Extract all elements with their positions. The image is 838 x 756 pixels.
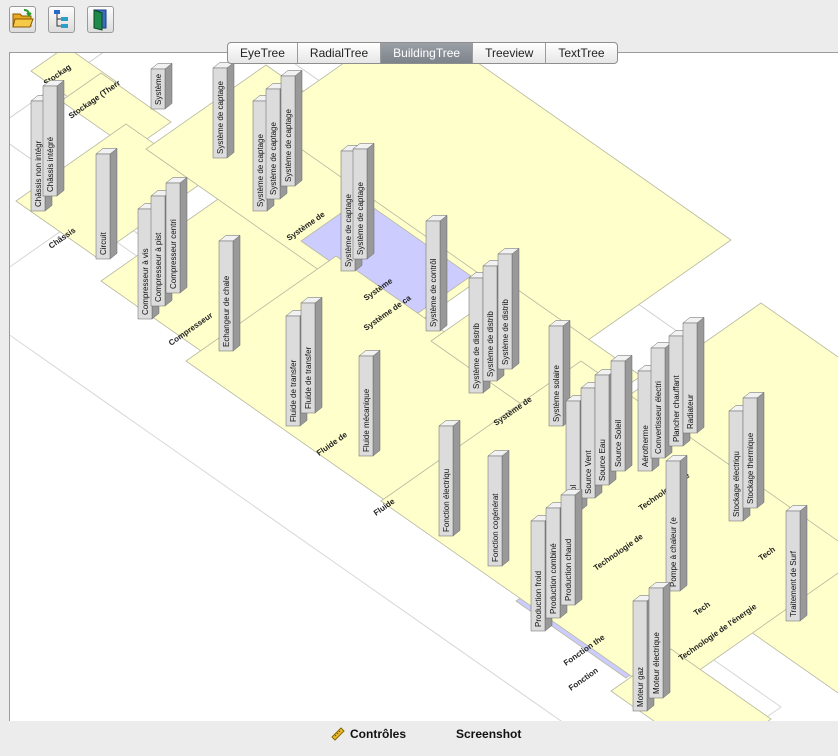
pillar-label: Radiateur: [686, 394, 695, 429]
pillar-label: Compresseur centri: [169, 219, 178, 289]
pillar-label: Production froid: [534, 571, 543, 627]
pillar-label: Plancher chauffant: [672, 375, 681, 442]
pillar-label: Convertisseur électri: [654, 381, 663, 454]
pillar-label: Stockage thermique: [746, 432, 755, 504]
pillar-label: Circuit: [99, 232, 108, 255]
slab-label: Fonction: [567, 666, 600, 693]
tab-texttree[interactable]: TextTree: [546, 43, 616, 63]
pillar-label: Moteur électrique: [652, 632, 661, 694]
pillar-label: Système de captage: [284, 109, 293, 182]
pillar[interactable]: Moteur électrique: [648, 581, 671, 699]
pillar[interactable]: Radiateur: [682, 316, 705, 434]
pillar[interactable]: Fonction cogénérat: [487, 449, 510, 567]
pillar-label: Source Vent: [584, 450, 593, 494]
toolbar: [0, 0, 838, 36]
tree-view-button[interactable]: [48, 6, 75, 33]
pillar[interactable]: Circuit: [95, 147, 118, 260]
open-folder-icon: [12, 9, 34, 28]
pillar-label: Châssis intégré: [46, 136, 55, 192]
tab-treeview[interactable]: Treeview: [473, 43, 547, 63]
screenshot-button[interactable]: Screenshot: [456, 727, 521, 741]
pillar[interactable]: Echangeur de chale: [218, 234, 241, 352]
pillar[interactable]: Fluide de transfer: [300, 296, 323, 414]
pillar[interactable]: Châssis intégré: [42, 79, 65, 197]
pillar-label: Système de captage: [269, 122, 278, 195]
pillar[interactable]: Système de contrôl: [425, 214, 448, 332]
pillar[interactable]: Source Soleil: [610, 354, 633, 472]
pillar[interactable]: Système de captage: [212, 61, 235, 159]
open-folder-button[interactable]: [9, 6, 36, 33]
controls-button[interactable]: Contrôles: [350, 727, 406, 741]
pillar-label: Production chaud: [564, 539, 573, 601]
building-tree-canvas[interactable]: Stockag Stockage (Therr Châssis Compresseur…: [9, 52, 838, 723]
pillar-label: Traitement de Surf: [789, 550, 798, 617]
ruler-pencil-icon: [331, 727, 345, 741]
pillar-label: Système solaire: [552, 365, 561, 422]
pillar-label: Production combiné: [549, 543, 558, 614]
pillar-label: Fluide de transfer: [304, 346, 313, 409]
pillar[interactable]: Compresseur centri: [165, 176, 188, 294]
pillar-label: Système de distrib: [501, 299, 510, 365]
pillar[interactable]: Production chaud: [560, 488, 583, 606]
pillar[interactable]: Fluide mécanique: [358, 349, 381, 457]
bottom-bar: Contrôles Screenshot: [0, 721, 838, 756]
pillar-label: Système de captage: [356, 182, 365, 255]
pillar-label: Moteur gaz: [636, 667, 645, 707]
pillar-label: Système de contrôl: [429, 258, 438, 327]
pillar-label: Source Eau: [598, 439, 607, 481]
pillar-label: Système de captage: [216, 81, 225, 154]
pillar[interactable]: Fonction électriqu: [438, 419, 461, 537]
pillar-label: Fluide mécanique: [362, 388, 371, 452]
pillar-label: Compresseur à pist: [154, 232, 163, 302]
pillar-label: Système de captage: [256, 134, 265, 207]
pillar-label: Fluide de transfer: [289, 359, 298, 422]
tab-eyetree[interactable]: EyeTree: [228, 43, 298, 63]
pillar-label: Système de distrib: [472, 323, 481, 389]
exit-button[interactable]: [87, 6, 114, 33]
tree-icon: [54, 10, 68, 28]
pillar-label: Pompe à chaleur (e: [669, 517, 678, 587]
pillar-label: Système: [154, 73, 163, 105]
pillar-label: Fonction cogénérat: [491, 493, 500, 562]
pillar[interactable]: Système de captage: [352, 142, 375, 260]
building-tree-scene[interactable]: StockagStockage (TherrChâssisCompresseur…: [10, 53, 838, 722]
pillar[interactable]: Système: [150, 62, 173, 110]
pillar-label: Stockage électriqu: [732, 451, 741, 517]
view-tabs: EyeTree RadialTree BuildingTree Treeview…: [227, 42, 618, 64]
pillar-label: Source Soleil: [614, 420, 623, 467]
exit-door-icon: [93, 9, 107, 31]
pillar-label: Système de captage: [344, 194, 353, 267]
tab-radialtree[interactable]: RadialTree: [298, 43, 382, 63]
pillar-label: Système de distrib: [486, 311, 495, 377]
pillar[interactable]: Pompe à chaleur (e: [665, 454, 688, 592]
pillar-label: Châssis non intégr: [34, 140, 43, 207]
pillar[interactable]: Stockage thermique: [742, 391, 765, 509]
pillar-label: Echangeur de chale: [222, 275, 231, 347]
pillar[interactable]: Système de distrib: [497, 247, 520, 370]
pillar-label: Compresseur à vis: [141, 248, 150, 315]
tab-buildingtree[interactable]: BuildingTree: [381, 43, 474, 63]
pillar[interactable]: Système de captage: [280, 69, 303, 187]
pillar[interactable]: Traitement de Surf: [785, 504, 808, 622]
pillar-label: Fonction électriqu: [442, 469, 451, 532]
pillar-label: Aérotherme: [641, 425, 650, 467]
